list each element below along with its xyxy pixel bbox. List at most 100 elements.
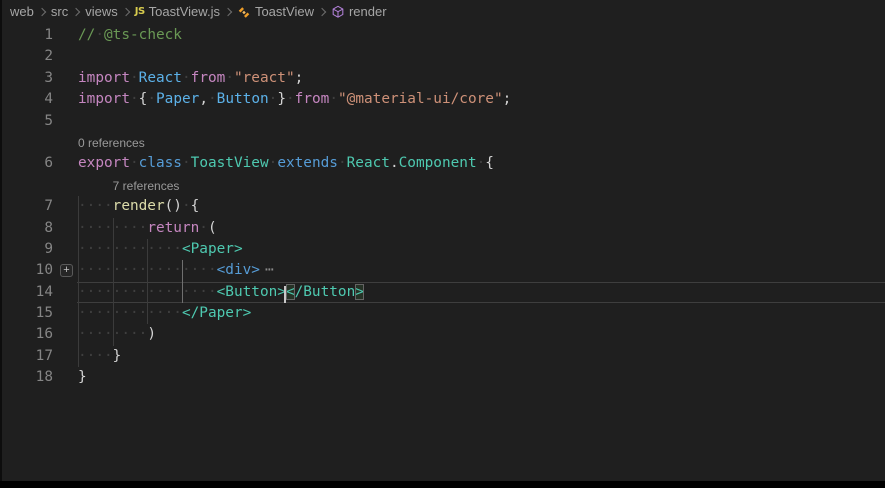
code-line-6[interactable]: 6 export·class·ToastView·extends·React.Co… [0,153,885,174]
code-token: ToastView [191,155,269,171]
window-bottom-edge [0,481,885,488]
code-token: ; [503,91,512,107]
chevron-right-icon [121,8,129,16]
line-number[interactable]: 17 [0,346,53,367]
line-number[interactable]: 15 [0,303,53,324]
code-token: } [78,369,87,385]
code-line-18[interactable]: 18} [0,367,885,388]
whitespace-dots: · [147,91,156,107]
code-token: React [347,155,390,171]
breadcrumb-label: web [10,4,34,19]
code-line-7[interactable]: 7····render()·{ [0,196,885,217]
line-number[interactable]: 3 [0,68,53,89]
code-token: /Button [295,284,356,300]
code-text: ················<Button></Button> [78,282,364,303]
line-number[interactable]: 1 [0,25,53,46]
codelens-row[interactable]: 7 references [0,175,885,196]
code-token: </Paper> [182,305,251,321]
breadcrumb-label: src [51,4,68,19]
line-number[interactable]: 18 [0,367,53,388]
whitespace-dots: · [286,91,295,107]
code-text: ············<Paper> [78,239,243,260]
whitespace-dots: · [130,91,139,107]
chevron-right-icon [38,8,46,16]
code-line-15[interactable]: 15 ············</Paper> [0,303,885,324]
code-line-2[interactable]: 2 [0,46,885,67]
code-text: //·@ts-check [78,25,182,46]
code-token: } [113,348,122,364]
code-token: } [277,91,286,107]
breadcrumb-item-toastview-js[interactable]: JSToastView.js [135,4,220,19]
whitespace-dots: · [130,155,139,171]
code-token: <Button> [217,284,286,300]
whitespace-dots: ············ [78,305,182,321]
code-line-10[interactable]: 10 + ················<div>⋯ [0,260,885,281]
code-token: from [191,70,226,86]
code-token: export [78,155,130,171]
code-token: React [139,70,182,86]
fold-expand-icon[interactable]: + [60,264,73,277]
breadcrumb-item-toastview[interactable]: ToastView [237,4,314,19]
breadcrumb-item-render[interactable]: render [331,4,387,19]
class-symbol-icon [237,5,251,19]
whitespace-dots: · [182,198,191,214]
code-token: @ts-check [104,27,182,43]
bracket-match-highlight: > [355,284,364,300]
line-number[interactable]: 9 [0,239,53,260]
whitespace-dots: · [182,155,191,171]
line-number[interactable]: 14 [0,282,53,303]
code-line-3[interactable]: 3 import·React·from·"react"; [0,68,885,89]
code-line-8[interactable]: 8 ········return·( [0,218,885,239]
code-text: ················<div>⋯ [78,260,274,281]
line-number[interactable]: 8 [0,218,53,239]
codelens-references-link[interactable]: 0 references [78,135,145,151]
bracket-match-highlight: < [286,284,295,300]
whitespace-dots: ········ [78,326,147,342]
whitespace-dots: ················ [78,284,217,300]
breadcrumb-label: views [85,4,118,19]
chevron-right-icon [224,8,232,16]
code-line-9[interactable]: 9 ············<Paper> [0,239,885,260]
code-text: export·class·ToastView·extends·React.Com… [78,153,494,174]
code-text: } [78,367,87,388]
chevron-right-icon [318,8,326,16]
code-text: ········return·( [78,218,217,239]
line-number[interactable]: 5 [0,111,53,132]
line-number[interactable]: 7 [0,196,53,217]
code-line-1[interactable]: 1 //·@ts-check [0,25,885,46]
folded-code-ellipsis: ⋯ [265,262,274,278]
whitespace-dots: · [225,70,234,86]
code-text: import·React·from·"react"; [78,68,303,89]
code-area[interactable]: 1//·@ts-check23import·React·from·"react"… [0,25,885,389]
breadcrumb-label: ToastView.js [149,4,220,19]
line-number[interactable]: 6 [0,153,53,174]
codelens-row[interactable]: 0 references [0,132,885,153]
breadcrumb-label: ToastView [255,4,314,19]
whitespace-dots: ···· [78,198,113,214]
code-text: ····} [78,346,121,367]
code-token: class [139,155,182,171]
code-token: . [390,155,399,171]
line-number[interactable]: 16 [0,324,53,345]
code-line-17[interactable]: 17 ····} [0,346,885,367]
breadcrumb-item-src[interactable]: src [51,4,68,19]
whitespace-dots: ···· [78,348,113,364]
code-token: { [191,198,200,214]
codelens-references-link[interactable]: 7 references [113,178,180,194]
code-token: "react" [234,70,295,86]
whitespace-dots: · [338,155,347,171]
code-line-4[interactable]: 4import·{·Paper,·Button·}·from·"@materia… [0,89,885,110]
line-number[interactable]: 4 [0,89,53,110]
breadcrumb: web src views JSToastView.js ToastView render [0,0,885,23]
whitespace-dots: · [182,70,191,86]
breadcrumb-item-web[interactable]: web [10,4,34,19]
code-token: import [78,91,130,107]
breadcrumb-item-views[interactable]: views [85,4,118,19]
line-number[interactable]: 10 [0,260,53,281]
line-number[interactable]: 2 [0,46,53,67]
code-line-14[interactable]: 14 ················<Button></Button> [0,282,885,303]
breadcrumb-label: render [349,4,387,19]
whitespace-dots: · [199,220,208,236]
code-line-5[interactable]: 5 [0,111,885,132]
code-line-16[interactable]: 16········) [0,324,885,345]
